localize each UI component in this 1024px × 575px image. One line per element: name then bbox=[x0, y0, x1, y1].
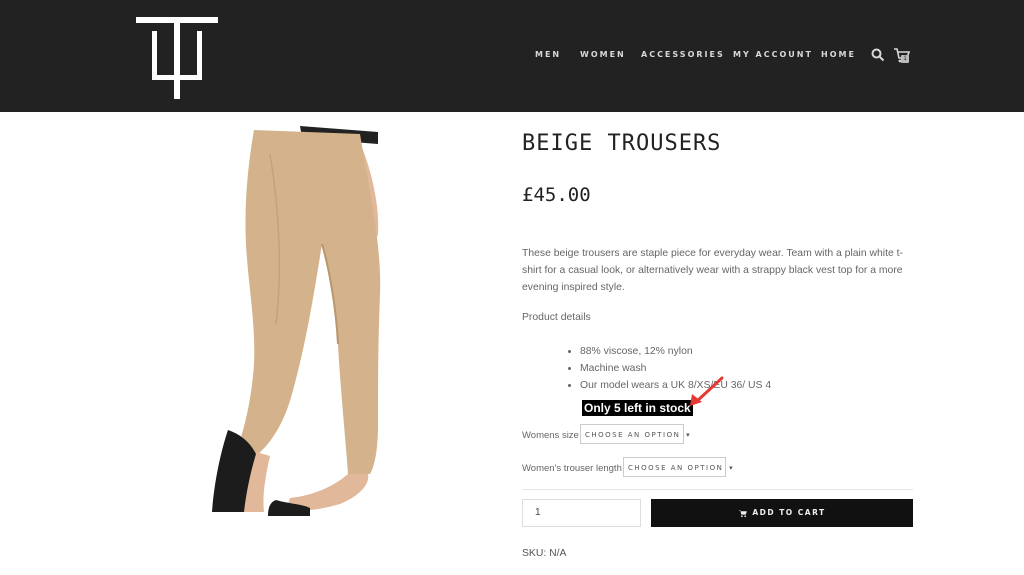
product-details-heading: Product details bbox=[522, 312, 591, 323]
quantity-input[interactable]: 1 bbox=[522, 499, 641, 527]
list-item: Machine wash bbox=[580, 360, 771, 377]
cart-count-badge: 1 bbox=[901, 55, 909, 63]
product-title: BEIGE TROUSERS bbox=[522, 131, 722, 156]
list-item: 88% viscose, 12% nylon bbox=[580, 343, 771, 360]
nav-item-men[interactable]: MEN bbox=[535, 50, 561, 59]
nav-item-accessories[interactable]: ACCESSORIES bbox=[641, 50, 725, 59]
list-item: Our model wears a UK 8/XS/EU 36/ US 4 bbox=[580, 377, 771, 394]
trouser-length-label: Women's trouser length bbox=[522, 463, 622, 474]
womens-size-value: CHOOSE AN OPTION bbox=[585, 431, 681, 439]
womens-size-select[interactable]: CHOOSE AN OPTION ▾ bbox=[580, 424, 690, 444]
trouser-length-select[interactable]: CHOOSE AN OPTION ▾ bbox=[623, 457, 733, 477]
nav-item-my-account[interactable]: MY ACCOUNT bbox=[733, 50, 813, 59]
chevron-down-icon: ▾ bbox=[729, 464, 735, 472]
nav-item-home[interactable]: HOME bbox=[821, 50, 856, 59]
nav-item-women[interactable]: WOMEN bbox=[580, 50, 626, 59]
trouser-length-value: CHOOSE AN OPTION bbox=[628, 464, 724, 472]
divider bbox=[522, 489, 913, 490]
womens-size-label: Womens size bbox=[522, 430, 579, 441]
product-image[interactable] bbox=[210, 124, 410, 516]
product-sku: SKU: N/A bbox=[522, 548, 567, 559]
site-header: MEN WOMEN ACCESSORIES MY ACCOUNT HOME 1 bbox=[0, 0, 1024, 112]
product-description: These beige trousers are staple piece fo… bbox=[522, 248, 903, 293]
red-annotation-arrow-icon bbox=[690, 376, 724, 406]
search-icon[interactable] bbox=[871, 48, 885, 62]
product-details-list: 88% viscose, 12% nylon Machine wash Our … bbox=[570, 343, 771, 394]
chevron-down-icon: ▾ bbox=[686, 431, 692, 439]
product-price: £45.00 bbox=[522, 184, 591, 206]
add-to-cart-button[interactable]: ADD TO CART bbox=[651, 499, 913, 527]
cart-icon bbox=[738, 509, 748, 517]
stock-note: Only 5 left in stock bbox=[582, 400, 693, 416]
add-to-cart-label: ADD TO CART bbox=[752, 508, 826, 517]
